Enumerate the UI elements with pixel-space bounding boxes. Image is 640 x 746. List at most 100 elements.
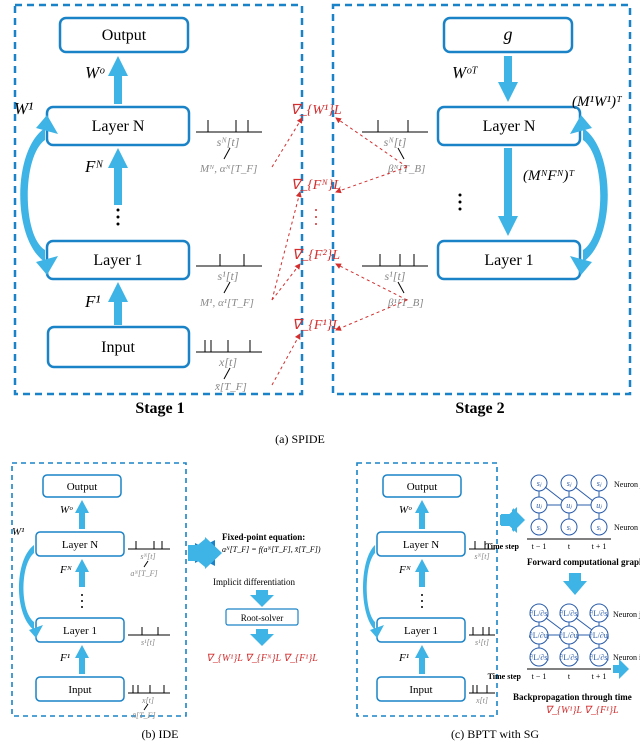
svg-text:(c) BPTT with SG: (c) BPTT with SG [451,727,539,741]
output-label: Output [102,27,147,44]
svg-text:t + 1: t + 1 [592,672,607,681]
spike-x: x[t] x̄[T_F] [196,340,262,393]
svg-text:βᴺ[T_B]: βᴺ[T_B] [387,163,425,175]
svg-text:x[t]: x[t] [218,355,237,369]
svg-text:Implicit differentiation: Implicit differentiation [213,577,296,587]
svg-text:Layer 1: Layer 1 [63,625,97,637]
svg-text:Output: Output [67,481,98,493]
svg-text:t − 1: t − 1 [532,542,547,551]
svg-text:Input: Input [68,684,91,696]
svg-text:∂L/∂sⱼ: ∂L/∂sⱼ [529,609,549,618]
svg-text:Wᵒ: Wᵒ [85,63,105,82]
svg-text:sⱼ: sⱼ [537,479,542,488]
svg-text:sᴺ[t]: sᴺ[t] [474,552,489,561]
svg-text:Layer N: Layer N [403,539,439,551]
svg-text:aᴺ[T_F] = f(aᴺ[T_F], x̄[T_F]): aᴺ[T_F] = f(aᴺ[T_F], x̄[T_F]) [222,545,321,554]
svg-text:Fᴺ: Fᴺ [398,564,412,576]
panel-c: Output Layer N Layer 1 Input Wᵒ Fᴺ F¹ sᴺ… [357,463,640,741]
svg-text:Layer 1: Layer 1 [484,252,533,269]
svg-text:Backpropagation through time: Backpropagation through time [513,692,632,702]
svg-text:x̄[T_F]: x̄[T_F] [131,711,155,720]
svg-text:sᵢ: sᵢ [537,523,541,532]
svg-text:∂L/∂sⱼ: ∂L/∂sⱼ [589,609,609,618]
svg-text:F¹: F¹ [398,652,409,664]
svg-text:s¹[t]: s¹[t] [218,269,239,283]
svg-text:uⱼ: uⱼ [536,501,542,510]
svg-text:Input: Input [409,684,432,696]
svg-text:Layer N: Layer N [62,539,98,551]
svg-text:Output: Output [407,481,438,493]
panel-b: Output Layer N Layer 1 Input Wᵒ Fᴺ F¹ W¹… [12,463,321,741]
svg-text:∂L/∂sᵢ: ∂L/∂sᵢ [529,653,549,662]
svg-text:∂L/∂uⱼ: ∂L/∂uⱼ [589,631,609,640]
svg-text:s¹[t]: s¹[t] [141,638,155,647]
svg-text:x̄[T_F]: x̄[T_F] [214,381,247,393]
svg-text:M¹, α¹[T_F]: M¹, α¹[T_F] [199,297,254,309]
svg-text:Neuron i: Neuron i [614,523,640,532]
svg-text:uⱼ: uⱼ [596,501,602,510]
svg-text:F¹: F¹ [84,292,100,311]
svg-text:t: t [568,542,571,551]
svg-text:Neuron j: Neuron j [614,480,640,489]
svg-text:Neuron i: Neuron i [613,653,640,662]
svg-text:∇_{W¹}L ∇_{F¹}L: ∇_{W¹}L ∇_{F¹}L [545,705,619,716]
svg-text:sᵢ: sᵢ [567,523,571,532]
svg-text:(a) SPIDE: (a) SPIDE [275,432,325,446]
svg-text:sᴺ[t]: sᴺ[t] [217,135,240,149]
svg-text:Fixed-point equation:: Fixed-point equation: [222,532,305,542]
svg-text:∇_{F¹}L: ∇_{F¹}L [292,318,340,333]
g-label: g [504,24,513,44]
spike-s1: s¹[t] M¹, α¹[T_F] [196,254,262,309]
svg-text:Fᴺ: Fᴺ [84,157,103,176]
svg-text:sⱼ: sⱼ [567,479,572,488]
svg-text:W¹: W¹ [12,526,24,538]
svg-text:sᴺ[t]: sᴺ[t] [384,135,407,149]
svg-text:t − 1: t − 1 [532,672,547,681]
spike-sN: sᴺ[t] Mᴺ, αᴺ[T_F] [196,120,262,175]
svg-text:∇_{Fᴺ}L: ∇_{Fᴺ}L [291,178,342,193]
svg-text:Wᵒ: Wᵒ [60,504,73,516]
svg-text:uⱼ: uⱼ [566,501,572,510]
svg-text:aᴺ[T_F]: aᴺ[T_F] [130,569,157,578]
svg-text:∇_{W¹}L ∇_{Fᴺ}L ∇_{F¹}L: ∇_{W¹}L ∇_{Fᴺ}L ∇_{F¹}L [206,653,318,664]
figure: Output Layer N Layer 1 Input Wᵒ Fᴺ F¹ W¹… [0,0,640,746]
svg-text:Stage 1: Stage 1 [135,400,184,417]
svg-text:s¹[t]: s¹[t] [385,269,406,283]
panel-a: Output Layer N Layer 1 Input Wᵒ Fᴺ F¹ W¹… [14,5,630,446]
layer1-label: Layer 1 [93,252,142,269]
svg-text:sᵢ: sᵢ [597,523,601,532]
svg-text:∂L/∂sᵢ: ∂L/∂sᵢ [559,653,579,662]
svg-text:Root-solver: Root-solver [241,613,284,623]
layerN-label: Layer N [92,118,145,135]
svg-text:Forward computational graph: Forward computational graph [527,557,640,567]
svg-text:Neuron j: Neuron j [613,610,640,619]
svg-text:(M¹W¹)ᵀ: (M¹W¹)ᵀ [572,94,623,110]
svg-text:∇_{W¹}L: ∇_{W¹}L [290,103,341,118]
svg-text:sᴺ[t]: sᴺ[t] [140,552,155,561]
svg-text:Layer N: Layer N [483,118,536,135]
svg-text:Stage 2: Stage 2 [455,400,504,417]
svg-text:sⱼ: sⱼ [597,479,602,488]
svg-text:Time step: Time step [488,672,522,681]
svg-text:Fᴺ: Fᴺ [59,564,73,576]
svg-text:Mᴺ, αᴺ[T_F]: Mᴺ, αᴺ[T_F] [199,163,257,175]
svg-text:(b) IDE: (b) IDE [142,727,179,741]
svg-text:∂L/∂sⱼ: ∂L/∂sⱼ [559,609,579,618]
svg-text:x[t]: x[t] [141,696,154,705]
svg-text:t + 1: t + 1 [592,542,607,551]
svg-text:s¹[t]: s¹[t] [475,638,489,647]
svg-text:∂L/∂sᵢ: ∂L/∂sᵢ [589,653,609,662]
svg-text:∂L/∂uⱼ: ∂L/∂uⱼ [559,631,579,640]
svg-text:(MᴺFᴺ)ᵀ: (MᴺFᴺ)ᵀ [523,168,575,184]
svg-text:Wᵒᵀ: Wᵒᵀ [452,63,478,82]
svg-text:Time step: Time step [486,542,520,551]
svg-text:∇_{F²}L: ∇_{F²}L [292,248,340,263]
svg-text:Wᵒ: Wᵒ [399,504,412,516]
svg-text:Layer 1: Layer 1 [404,625,438,637]
svg-text:∂L/∂uⱼ: ∂L/∂uⱼ [529,631,549,640]
svg-text:x[t]: x[t] [475,696,488,705]
svg-text:F¹: F¹ [59,652,70,664]
input-label: Input [101,339,135,356]
svg-text:t: t [568,672,571,681]
svg-text:W¹: W¹ [14,99,33,118]
